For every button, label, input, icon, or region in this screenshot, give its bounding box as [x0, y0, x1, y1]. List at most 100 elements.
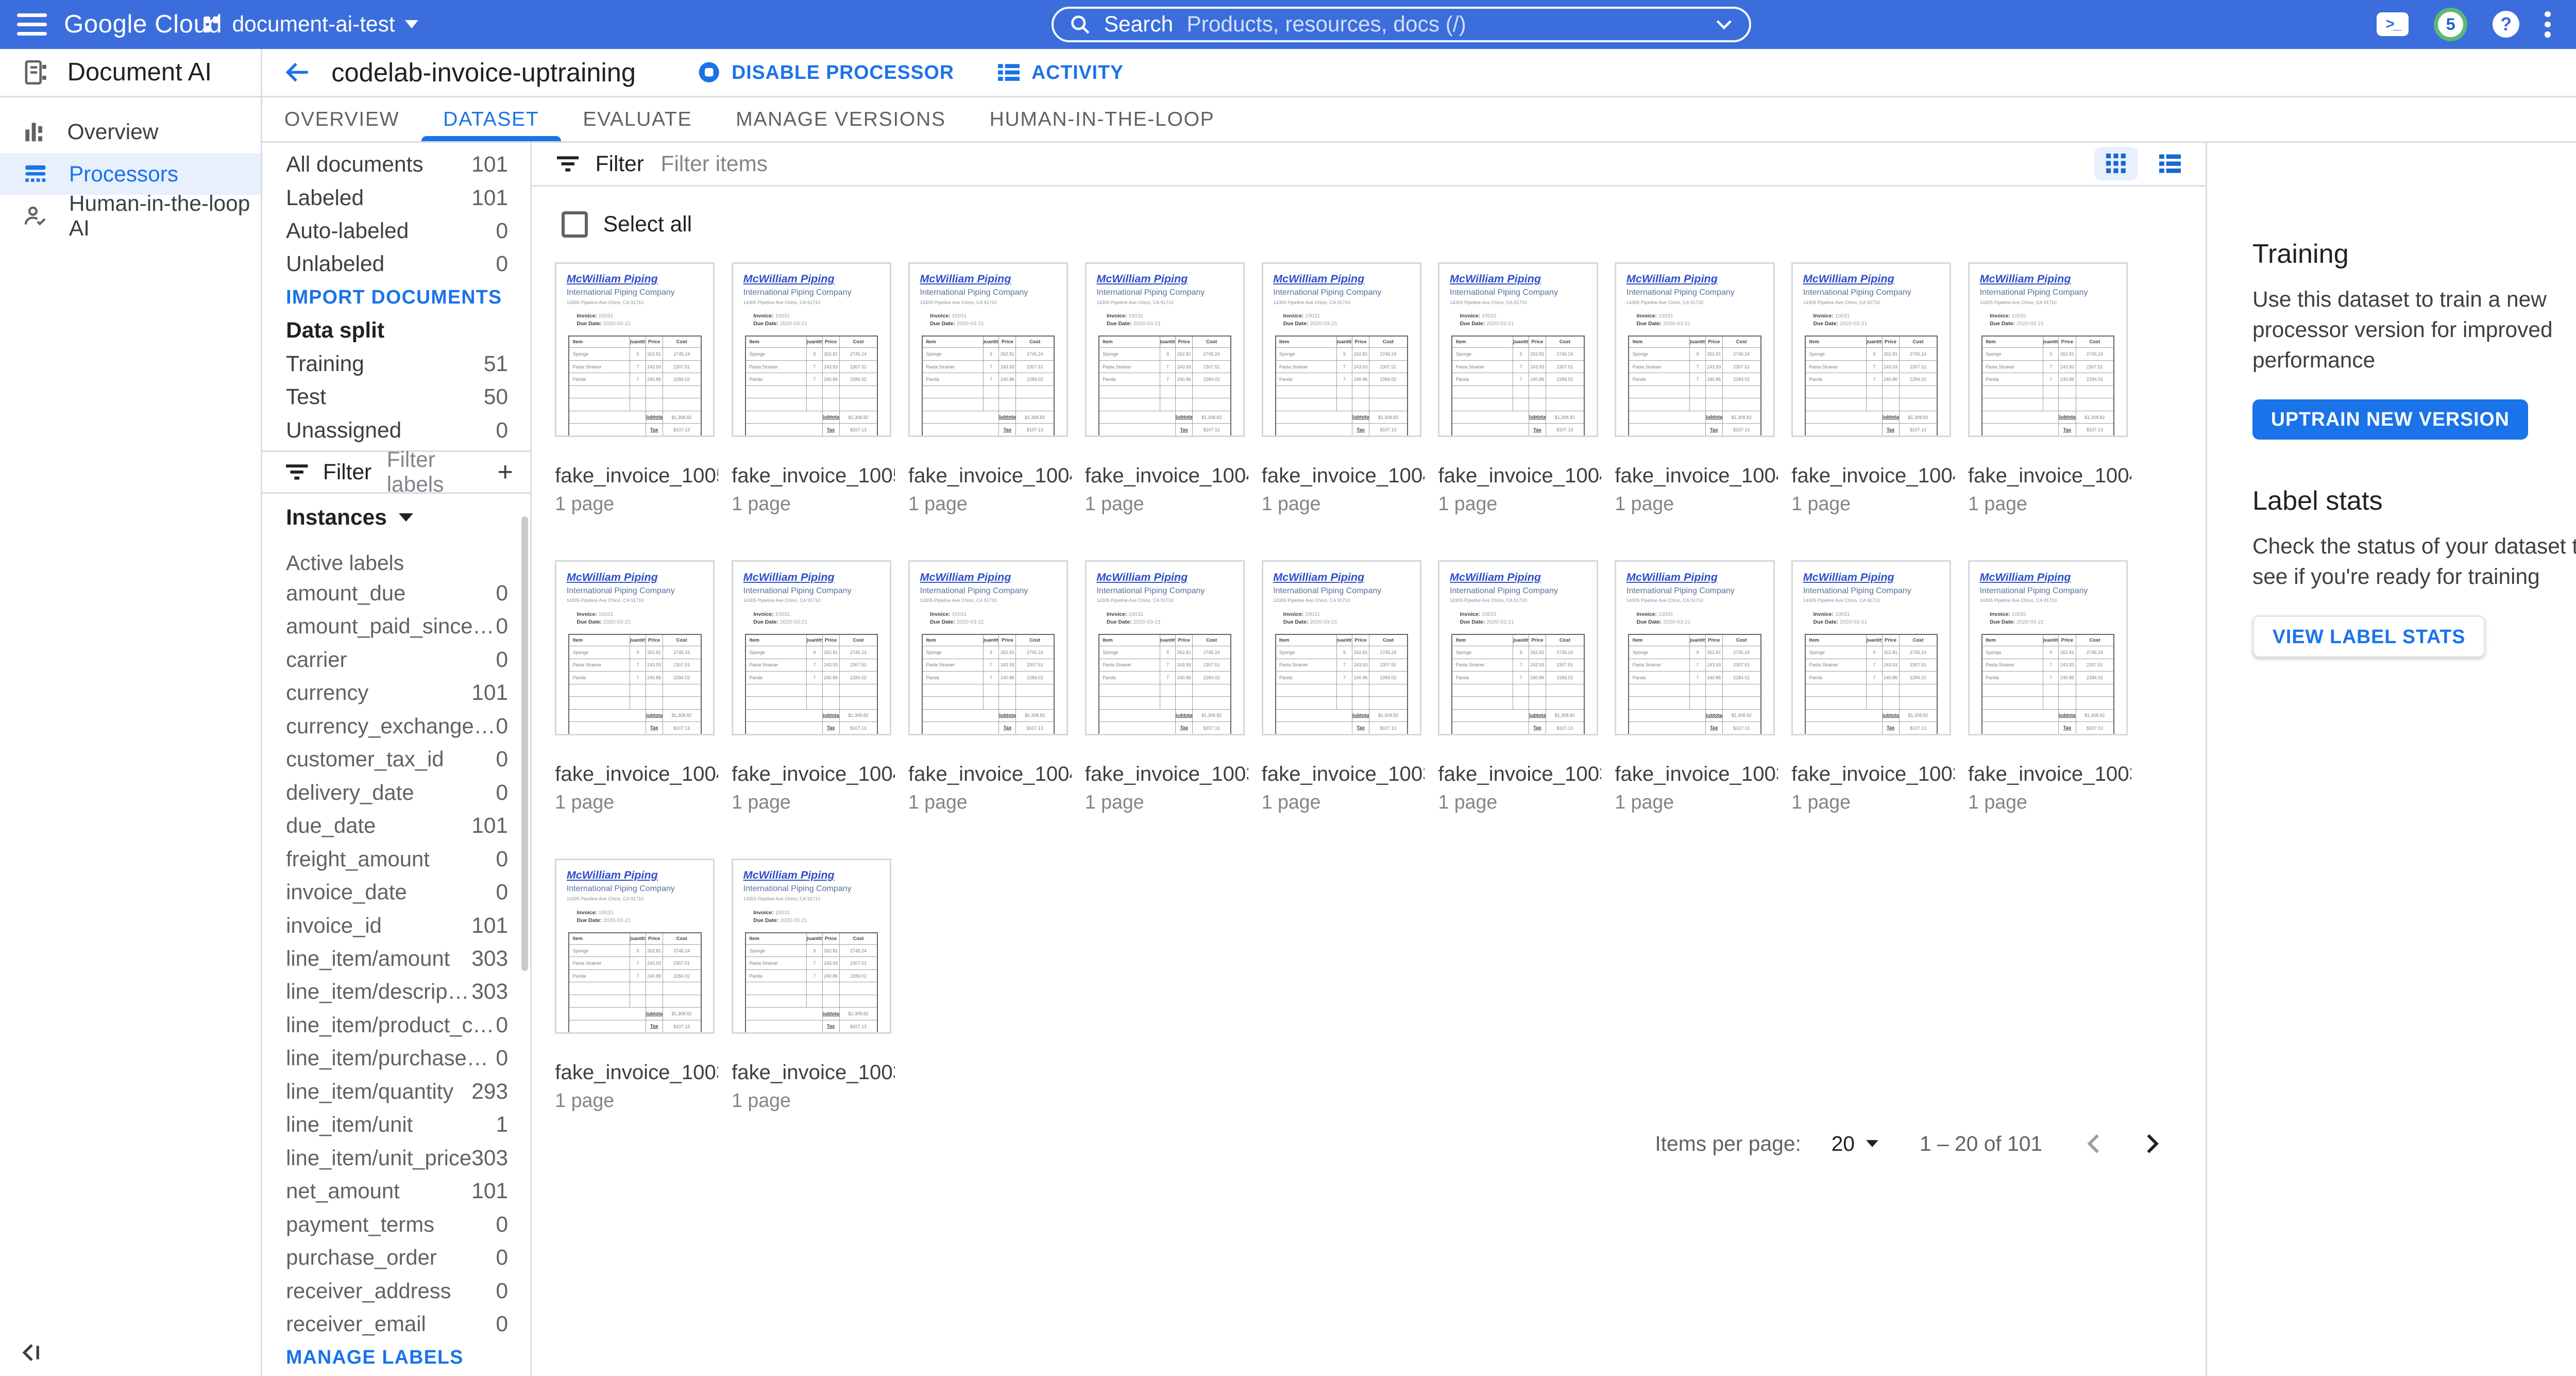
filter-items-input[interactable]: Filter items	[661, 152, 2078, 176]
document-card[interactable]: McWilliam Piping International Piping Co…	[555, 560, 718, 813]
cloud-shell-icon[interactable]: >_	[2377, 12, 2409, 36]
label-row[interactable]: line_item/product_code0	[262, 1009, 530, 1042]
document-card[interactable]: McWilliam Piping International Piping Co…	[908, 560, 1072, 813]
label-row[interactable]: line_item/amount303	[262, 942, 530, 975]
label-row[interactable]: currency_exchange_rate0	[262, 709, 530, 742]
import-documents-button[interactable]: IMPORT DOCUMENTS	[262, 281, 530, 314]
instances-dropdown[interactable]: Instances	[262, 497, 530, 538]
search-input[interactable]: Search Products, resources, docs (/)	[1052, 7, 1751, 42]
invoice-total-row: Total$1,445.85	[746, 734, 877, 735]
label-row[interactable]: line_item/unit1	[262, 1108, 530, 1141]
split-row[interactable]: Test50	[262, 380, 530, 413]
uptrain-new-version-button[interactable]: UPTRAIN NEW VERSION	[2252, 399, 2528, 440]
project-selector[interactable]: document-ai-test	[204, 0, 418, 49]
labels-filter: Filter Filter labels +	[262, 455, 530, 489]
label-row[interactable]: payment_terms0	[262, 1208, 530, 1241]
collapse-sidebar-icon[interactable]	[20, 1343, 42, 1363]
filter-icon	[557, 155, 579, 173]
label-row[interactable]: carrier0	[262, 643, 530, 676]
label-row[interactable]: currency101	[262, 676, 530, 709]
grid-view-button[interactable]	[2094, 147, 2138, 180]
invoice-row	[1099, 696, 1230, 709]
tab-human-in-the-loop[interactable]: HUMAN-IN-THE-LOOP	[968, 97, 1236, 141]
sidebar-item-processors[interactable]: Processors	[0, 153, 261, 195]
split-row-label: Test	[286, 384, 484, 409]
label-row[interactable]: customer_tax_id0	[262, 743, 530, 776]
invoice-total-row: Total$1,445.85	[1982, 436, 2113, 437]
label-row[interactable]: delivery_date0	[262, 776, 530, 809]
label-row[interactable]: receiver_address0	[262, 1274, 530, 1307]
document-card[interactable]: McWilliam Piping International Piping Co…	[1615, 560, 1778, 813]
document-filename: fake_invoice_10039.json	[1085, 762, 1248, 786]
label-row[interactable]: line_item/unit_price303	[262, 1142, 530, 1174]
document-card[interactable]: McWilliam Piping International Piping Co…	[1438, 262, 1601, 515]
doc-count-row[interactable]: Auto-labeled0	[262, 214, 530, 247]
tab-manage-versions[interactable]: MANAGE VERSIONS	[714, 97, 968, 141]
next-page-button[interactable]	[2145, 1133, 2160, 1154]
add-label-button[interactable]: +	[497, 457, 513, 488]
document-card[interactable]: McWilliam Piping International Piping Co…	[1262, 560, 1425, 813]
invoice-col-header: Quantity	[1336, 635, 1352, 646]
label-row[interactable]: invoice_id101	[262, 909, 530, 942]
label-row[interactable]: line_item/quantity293	[262, 1075, 530, 1108]
label-row[interactable]: invoice_date0	[262, 876, 530, 909]
doc-count-row[interactable]: Labeled101	[262, 181, 530, 214]
sidebar-item-overview[interactable]: Overview	[0, 111, 261, 153]
document-card[interactable]: McWilliam Piping International Piping Co…	[908, 262, 1072, 515]
notifications-badge[interactable]: 5	[2434, 8, 2467, 41]
document-card[interactable]: McWilliam Piping International Piping Co…	[555, 859, 718, 1112]
document-card[interactable]: McWilliam Piping International Piping Co…	[1791, 262, 1955, 515]
split-row[interactable]: Unassigned0	[262, 414, 530, 447]
document-thumbnail: McWilliam Piping International Piping Co…	[732, 859, 891, 1034]
menu-icon[interactable]	[17, 13, 47, 35]
search-expand-icon[interactable]	[1716, 19, 1733, 30]
invoice-row: Pasta Strainer7243.932307.51	[923, 360, 1054, 373]
tab-evaluate[interactable]: EVALUATE	[561, 97, 714, 141]
labels-scrollbar[interactable]	[521, 516, 528, 971]
label-row[interactable]: line_item/description303	[262, 975, 530, 1008]
label-row[interactable]: net_amount101	[262, 1174, 530, 1207]
select-all-checkbox[interactable]	[562, 211, 588, 238]
back-arrow-icon[interactable]	[284, 61, 310, 83]
more-options-icon[interactable]	[2545, 11, 2550, 38]
label-row-count: 293	[471, 1079, 508, 1104]
tab-dataset[interactable]: DATASET	[421, 97, 561, 141]
view-label-stats-button[interactable]: VIEW LABEL STATS	[2252, 615, 2485, 658]
tab-overview[interactable]: OVERVIEW	[262, 97, 421, 141]
search-label: Search	[1104, 12, 1173, 37]
previous-page-button[interactable]	[2086, 1133, 2101, 1154]
document-page-count: 1 page	[1968, 791, 2131, 813]
document-card[interactable]: McWilliam Piping International Piping Co…	[732, 560, 895, 813]
document-card[interactable]: McWilliam Piping International Piping Co…	[555, 262, 718, 515]
label-row[interactable]: line_item/purchase_order0	[262, 1042, 530, 1075]
help-icon[interactable]: ?	[2493, 11, 2519, 38]
label-row[interactable]: due_date101	[262, 809, 530, 842]
document-card[interactable]: McWilliam Piping International Piping Co…	[1085, 560, 1248, 813]
document-card[interactable]: McWilliam Piping International Piping Co…	[1262, 262, 1425, 515]
label-row[interactable]: amount_paid_since_last_i...0	[262, 610, 530, 643]
document-card[interactable]: McWilliam Piping International Piping Co…	[1968, 560, 2131, 813]
document-card[interactable]: McWilliam Piping International Piping Co…	[732, 262, 895, 515]
invoice-col-header: Quantity	[630, 933, 646, 944]
label-row[interactable]: receiver_email0	[262, 1307, 530, 1340]
document-card[interactable]: McWilliam Piping International Piping Co…	[1438, 560, 1601, 813]
doc-count-row[interactable]: Unlabeled0	[262, 247, 530, 280]
page-size-select[interactable]: 20	[1832, 1132, 1879, 1156]
sidebar-item-hitl[interactable]: Human-in-the-loop AI	[0, 195, 261, 237]
disable-processor-button[interactable]: DISABLE PROCESSOR	[698, 61, 954, 83]
label-row[interactable]: amount_due0	[262, 576, 530, 609]
label-row[interactable]: freight_amount0	[262, 842, 530, 875]
split-row[interactable]: Training51	[262, 347, 530, 380]
label-row[interactable]: purchase_order0	[262, 1241, 530, 1274]
document-card[interactable]: McWilliam Piping International Piping Co…	[1968, 262, 2131, 515]
manage-labels-button[interactable]: MANAGE LABELS	[262, 1341, 530, 1374]
doc-count-row[interactable]: All documents101	[262, 148, 530, 181]
list-view-button[interactable]	[2148, 147, 2192, 180]
document-card[interactable]: McWilliam Piping International Piping Co…	[732, 859, 895, 1112]
filter-labels-input[interactable]: Filter labels	[387, 447, 482, 497]
document-card[interactable]: McWilliam Piping International Piping Co…	[1791, 560, 1955, 813]
document-card[interactable]: McWilliam Piping International Piping Co…	[1615, 262, 1778, 515]
document-card[interactable]: McWilliam Piping International Piping Co…	[1085, 262, 1248, 515]
labels-list: amount_due0amount_paid_since_last_i...0c…	[262, 576, 530, 1340]
activity-button[interactable]: ACTIVITY	[998, 61, 1124, 83]
